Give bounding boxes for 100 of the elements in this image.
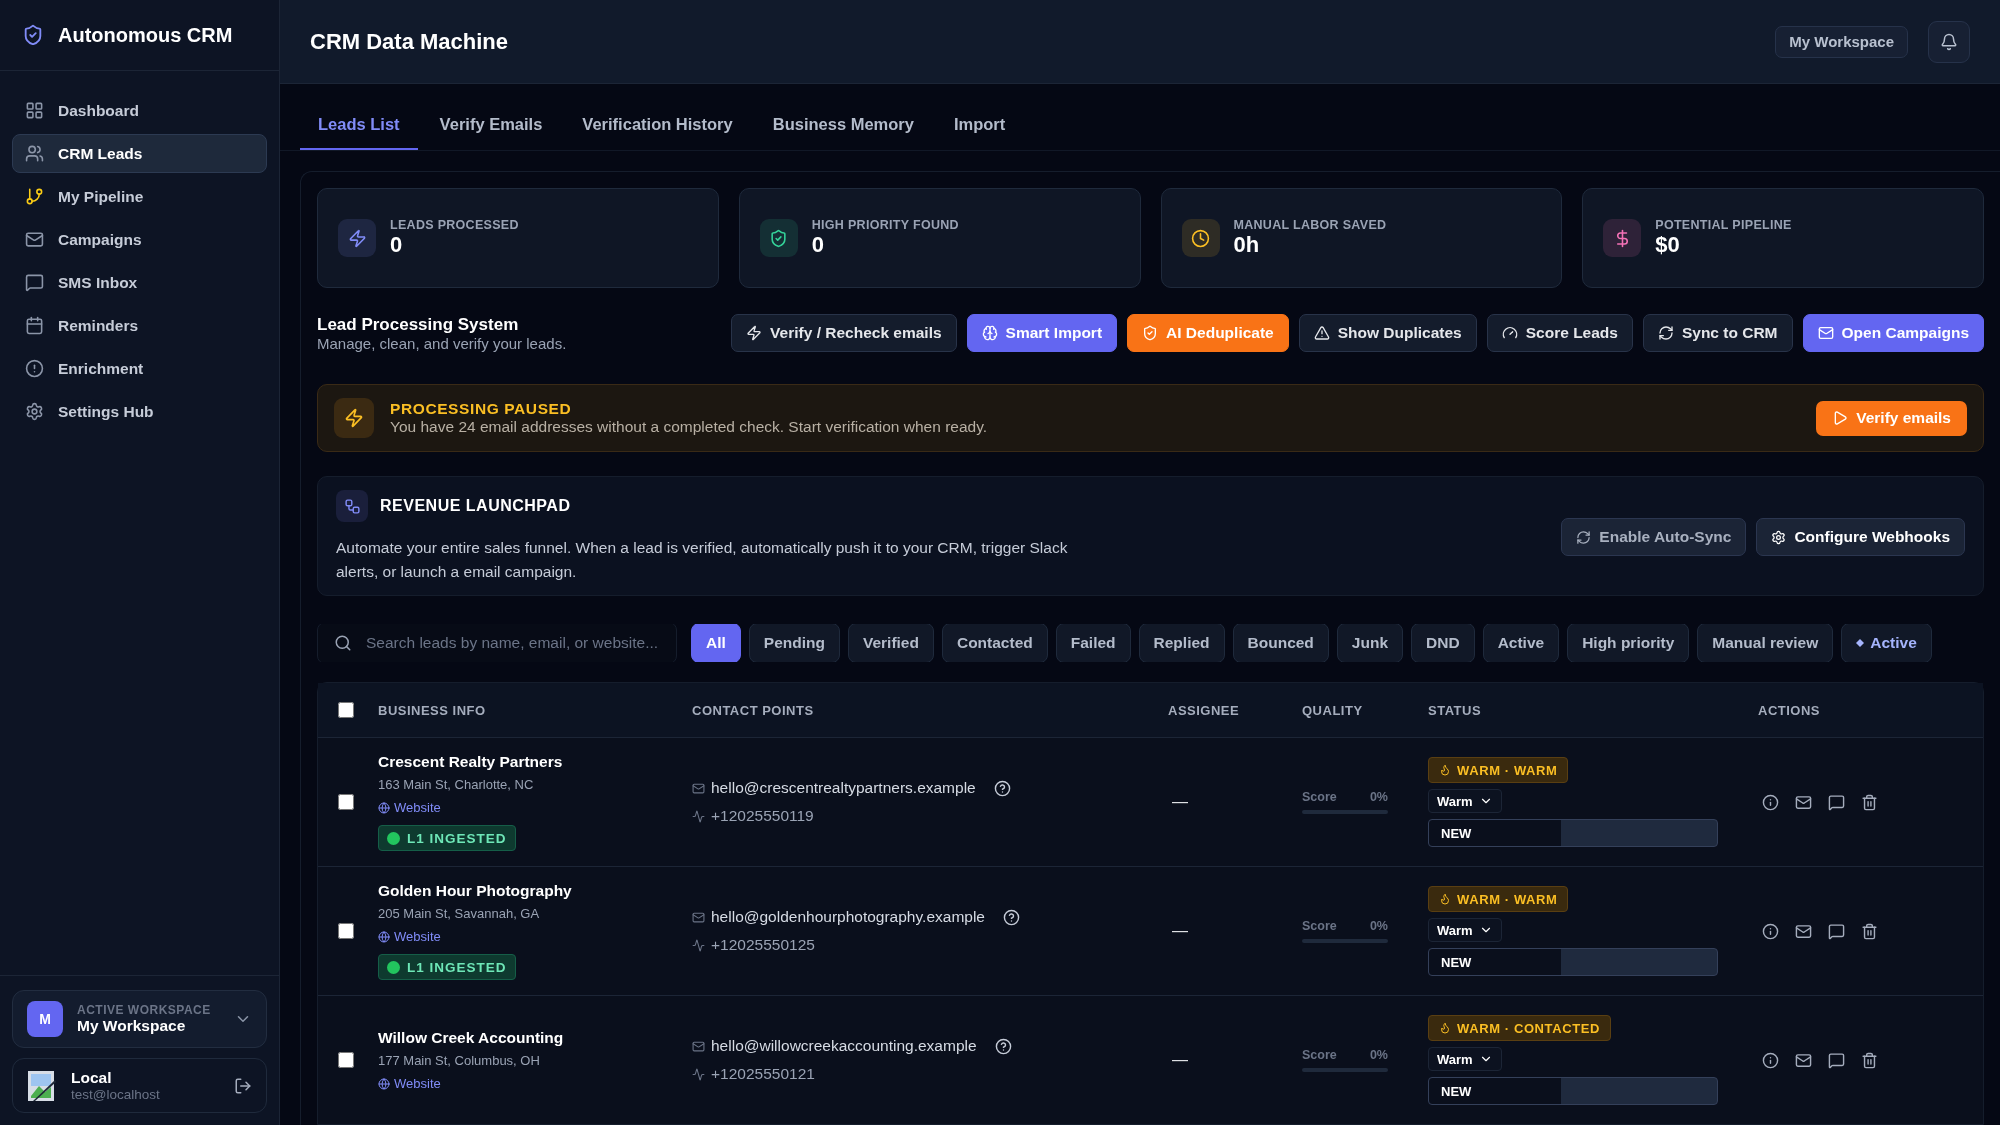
mail-icon[interactable] xyxy=(1795,793,1812,811)
stat-label: HIGH PRIORITY FOUND xyxy=(811,218,960,232)
notification-button[interactable] xyxy=(1928,20,1970,63)
mail-icon xyxy=(692,910,705,924)
mail-icon[interactable] xyxy=(1795,1051,1812,1069)
info-icon[interactable] xyxy=(1762,1051,1779,1069)
action-button[interactable]: Open Campaigns xyxy=(1802,314,1984,352)
filter-chip[interactable]: Bounced xyxy=(1232,624,1329,662)
filter-chip[interactable]: Active xyxy=(1482,624,1560,662)
tab[interactable]: Leads List xyxy=(300,106,418,150)
search-icon xyxy=(334,634,352,653)
branch-icon xyxy=(25,187,44,206)
delete-icon[interactable] xyxy=(1861,793,1878,811)
launchpad-title: REVENUE LAUNCHPAD xyxy=(380,497,571,516)
stat-value: 0 xyxy=(811,232,825,258)
mail-icon xyxy=(1817,325,1834,341)
filter-chip[interactable]: Replied xyxy=(1138,624,1225,662)
score-label: Score xyxy=(1302,919,1337,933)
tab[interactable]: Business Memory xyxy=(754,106,932,150)
search-input[interactable]: Search leads by name, email, or website... xyxy=(364,633,660,654)
filter-chip[interactable]: Verified xyxy=(847,624,934,662)
delete-icon[interactable] xyxy=(1861,922,1878,940)
filter-chip[interactable]: Pending xyxy=(748,624,840,662)
tab[interactable]: Import xyxy=(935,106,1024,150)
section-subtitle: Manage, clean, and verify your leads. xyxy=(317,334,568,352)
score-value: 0% xyxy=(1369,919,1388,933)
workspace-button[interactable]: My Workspace xyxy=(1775,25,1908,58)
filter-chip[interactable]: Manual review xyxy=(1697,624,1834,662)
chat-icon[interactable] xyxy=(1828,793,1845,811)
assignee-cell-text: — xyxy=(1171,1051,1189,1069)
mail-icon[interactable] xyxy=(1795,922,1812,940)
chat-icon[interactable] xyxy=(1828,1051,1845,1069)
column-header: QUALITY xyxy=(1302,702,1364,718)
website-link[interactable]: Website xyxy=(378,1076,692,1091)
email-address: hello@goldenhourphotography.example xyxy=(711,908,985,926)
logout-icon[interactable] xyxy=(234,1076,252,1095)
activity-icon xyxy=(692,809,705,823)
action-button[interactable]: Score Leads xyxy=(1486,314,1633,352)
action-button[interactable]: Show Duplicates xyxy=(1298,314,1477,352)
page-title: CRM Data Machine xyxy=(310,28,510,55)
row-checkbox[interactable] xyxy=(338,923,354,939)
user-email: test@localhost xyxy=(71,1087,161,1102)
info-icon[interactable] xyxy=(1762,922,1779,940)
sidebar-item[interactable]: Campaigns xyxy=(12,220,267,259)
search-field[interactable]: Search leads by name, email, or website... xyxy=(317,624,677,662)
filter-chip[interactable]: DND xyxy=(1411,624,1475,662)
filter-chip[interactable]: High priority xyxy=(1567,624,1690,662)
sidebar-item[interactable]: My Pipeline xyxy=(12,177,267,216)
website-link[interactable]: Website xyxy=(378,800,692,815)
sidebar-item[interactable]: Reminders xyxy=(12,306,267,345)
activity-icon xyxy=(692,938,705,952)
help-icon[interactable] xyxy=(993,779,1011,797)
help-icon[interactable] xyxy=(1003,908,1020,926)
stage-select[interactable]: NEW xyxy=(1428,948,1718,976)
launchpad-button[interactable]: Enable Auto-Sync xyxy=(1561,518,1747,557)
score-value: 0% xyxy=(1369,1048,1388,1062)
sidebar-item[interactable]: Enrichment xyxy=(12,349,267,388)
sidebar-item[interactable]: SMS Inbox xyxy=(12,263,267,302)
action-button[interactable]: Smart Import xyxy=(966,314,1118,352)
sidebar-item[interactable]: Dashboard xyxy=(12,91,267,130)
launchpad-button[interactable]: Configure Webhooks xyxy=(1756,518,1965,557)
filter-chip[interactable]: Junk xyxy=(1336,624,1404,662)
users-icon xyxy=(25,144,44,163)
lightning-icon xyxy=(746,325,763,341)
stage-select[interactable]: NEW xyxy=(1428,1077,1718,1105)
temperature-select[interactable]: Warm xyxy=(1428,918,1502,942)
column-header: BUSINESS INFO xyxy=(378,702,487,718)
select-all-checkbox[interactable] xyxy=(338,702,354,718)
temperature-select[interactable]: Warm xyxy=(1428,789,1502,813)
play-icon xyxy=(1832,410,1849,427)
warning-icon xyxy=(1313,325,1330,341)
filter-chip[interactable]: Failed xyxy=(1055,624,1131,662)
action-button[interactable]: Verify / Recheck emails xyxy=(731,314,957,352)
website-link[interactable]: Website xyxy=(378,929,692,944)
gauge-icon xyxy=(1501,325,1518,341)
delete-icon[interactable] xyxy=(1861,1051,1878,1069)
stat-label: MANUAL LABOR SAVED xyxy=(1233,218,1388,232)
status-tag: WARM · WARM xyxy=(1428,757,1569,783)
workspace-switcher[interactable]: M ACTIVE WORKSPACE My Workspace xyxy=(12,990,267,1048)
row-checkbox[interactable] xyxy=(338,1052,354,1068)
tab[interactable]: Verification History xyxy=(564,106,751,150)
stage-select[interactable]: NEW xyxy=(1428,819,1718,847)
filter-chip[interactable]: All xyxy=(691,624,741,662)
settings-icon xyxy=(25,402,44,421)
info-icon[interactable] xyxy=(1762,793,1779,811)
grid-icon xyxy=(25,101,44,120)
sidebar-item[interactable]: CRM Leads xyxy=(12,134,267,173)
temperature-select[interactable]: Warm xyxy=(1428,1047,1502,1071)
business-address: 205 Main St, Savannah, GA xyxy=(378,906,541,921)
filter-chip[interactable]: Active xyxy=(1841,624,1932,662)
row-checkbox[interactable] xyxy=(338,794,354,810)
chat-icon[interactable] xyxy=(1828,922,1845,940)
help-icon[interactable] xyxy=(994,1037,1012,1055)
stat-value: 0 xyxy=(390,232,404,258)
filter-chip[interactable]: Contacted xyxy=(941,624,1048,662)
tab[interactable]: Verify Emails xyxy=(421,106,561,150)
phone-number: +12025550125 xyxy=(711,936,815,954)
action-button[interactable]: Sync to CRM xyxy=(1642,314,1793,352)
sidebar-item[interactable]: Settings Hub xyxy=(12,392,267,431)
ingest-badge: L1 INGESTED xyxy=(378,825,516,851)
